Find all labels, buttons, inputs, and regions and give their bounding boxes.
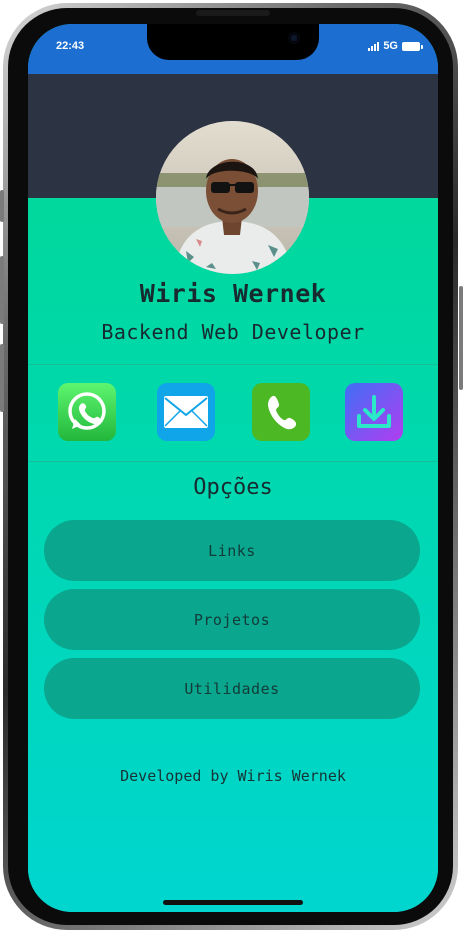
whatsapp-button[interactable] — [58, 383, 116, 441]
volume-up-button — [0, 256, 4, 324]
signal-icon — [368, 41, 380, 51]
email-button[interactable] — [157, 383, 215, 441]
battery-icon — [402, 41, 423, 51]
phone-icon — [268, 395, 297, 430]
home-indicator[interactable] — [163, 900, 303, 905]
options-title: Opções — [193, 475, 273, 500]
projects-button[interactable]: Projetos — [44, 589, 420, 650]
notch — [147, 24, 319, 60]
power-button — [459, 286, 463, 390]
download-cv-button[interactable] — [345, 383, 403, 441]
silent-switch — [0, 190, 4, 222]
profile-role: Backend Web Developer — [101, 320, 365, 344]
volume-down-button — [0, 344, 4, 412]
status-indicators: 5G — [368, 40, 423, 52]
earpiece-speaker — [196, 10, 270, 16]
download-icon — [357, 395, 391, 428]
divider-bottom — [28, 461, 438, 462]
utilities-button[interactable]: Utilidades — [44, 658, 420, 719]
avatar — [156, 121, 309, 274]
phone-button[interactable] — [252, 383, 310, 441]
network-label: 5G — [383, 40, 398, 52]
divider-top — [28, 364, 438, 365]
profile-name: Wiris Wernek — [139, 279, 327, 308]
screen: 22:43 5G Wiris Wernek Backend Web Develo… — [28, 24, 438, 912]
whatsapp-icon — [68, 392, 106, 430]
links-button[interactable]: Links — [44, 520, 420, 581]
status-time: 22:43 — [56, 40, 85, 52]
profile-page: Wiris Wernek Backend Web Developer Opçõe… — [28, 74, 438, 912]
footer-credit: Developed by Wiris Wernek — [120, 767, 346, 785]
front-camera — [288, 32, 300, 44]
mail-icon — [164, 396, 208, 428]
